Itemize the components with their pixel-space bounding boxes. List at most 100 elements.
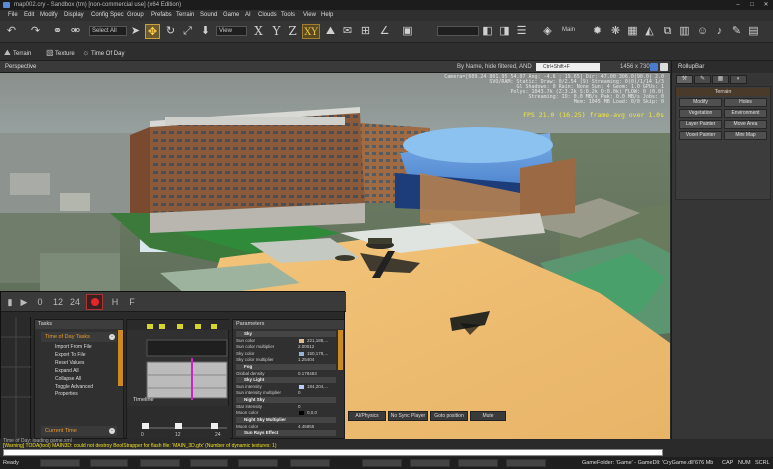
console-input[interactable] — [3, 449, 663, 456]
taskbar-item[interactable] — [506, 459, 546, 467]
menu-tools[interactable]: Tools — [281, 10, 295, 21]
collapse-icon[interactable]: ^ — [109, 334, 115, 340]
axis-z-button[interactable]: Z — [286, 24, 299, 39]
parameter-group[interactable]: Night Sky — [236, 396, 336, 403]
layer-prev-icon[interactable]: ◧ — [480, 24, 495, 39]
modify-button[interactable]: Modify — [679, 98, 722, 107]
menu-display[interactable]: Display — [64, 10, 84, 21]
menu-ai[interactable]: AI — [245, 10, 251, 21]
menu-file[interactable]: File — [8, 10, 18, 21]
maximize-button[interactable]: □ — [745, 0, 759, 10]
time-24-button[interactable]: 24 — [68, 296, 82, 308]
collapse-icon[interactable]: ^ — [109, 428, 115, 434]
viewport-title[interactable]: Perspective — [5, 61, 36, 73]
color-swatch[interactable] — [299, 411, 304, 416]
parameter-row[interactable]: Sun intensity 184,204,... — [236, 384, 336, 390]
vegetation-button[interactable]: Vegetation — [679, 109, 722, 118]
object-mode-icon[interactable]: ▣ — [400, 24, 415, 39]
time-of-day-tasks-group[interactable]: Time of Day Tasks ^ — [41, 332, 117, 342]
select-arrow-icon[interactable]: ➤ — [128, 24, 143, 39]
terrain-editor-icon[interactable]: ◭ — [642, 24, 657, 39]
holes-button[interactable]: Holes — [724, 98, 767, 107]
taskbar-item[interactable] — [458, 459, 498, 467]
unlink-icon[interactable]: ⚮ — [68, 24, 83, 39]
menu-group[interactable]: Group — [127, 10, 144, 21]
rollup-tab-objects[interactable]: ⚒ — [676, 75, 693, 84]
color-swatch[interactable] — [299, 339, 304, 343]
parameter-value[interactable]: 0,0,0 — [307, 410, 317, 416]
redo-icon[interactable]: ↷ — [28, 24, 43, 39]
taskbar-item[interactable] — [90, 459, 128, 467]
undo-icon[interactable]: ↶ — [4, 24, 19, 39]
coordinate-system-select[interactable]: View — [216, 26, 247, 36]
texture-tool-button[interactable]: ▧Texture — [46, 47, 75, 58]
import-from-file-link[interactable]: Import From File — [55, 344, 92, 351]
link-icon[interactable]: ⚭ — [50, 24, 65, 39]
parameter-group[interactable]: Sun Rays Effect — [236, 430, 336, 436]
parameter-row[interactable]: Star intensity 0 — [236, 404, 336, 410]
export-to-file-link[interactable]: Export To File — [55, 352, 85, 359]
script-icon[interactable]: ✎ — [729, 24, 744, 39]
snap-grid-icon[interactable]: ⊞ — [358, 24, 373, 39]
collapse-all-link[interactable]: Collapse All — [55, 376, 81, 383]
particles-icon[interactable]: ❋ — [608, 24, 623, 39]
menu-sound[interactable]: Sound — [200, 10, 217, 21]
rollup-tab-terrain[interactable]: ✎ — [694, 75, 711, 84]
parameter-value[interactable]: 1.25404 — [298, 357, 314, 363]
time-of-day-button[interactable]: ☼ Time Of Day — [82, 47, 124, 58]
flowgraph-icon[interactable]: ⧉ — [660, 24, 675, 39]
layer-select[interactable]: Main — [560, 26, 580, 36]
close-button[interactable]: ✕ — [759, 0, 773, 10]
layer-next-icon[interactable]: ◨ — [497, 24, 512, 39]
time-0-button[interactable]: 0 — [35, 296, 45, 308]
environment-button[interactable]: Environment — [724, 109, 767, 118]
menu-modify[interactable]: Modify — [40, 10, 58, 21]
rotate-tool-icon[interactable]: ↻ — [163, 24, 178, 39]
layer-painter-button[interactable]: Layer Painter — [679, 120, 722, 129]
parameters-scrollbar[interactable] — [338, 330, 343, 370]
search-filter-mode[interactable]: By Name, hide filtered, AND — [457, 61, 532, 73]
mute-button[interactable]: Mute — [470, 411, 506, 421]
console-icon[interactable]: ▤ — [746, 24, 761, 39]
color-swatch[interactable] — [299, 351, 304, 356]
trackview-icon[interactable]: ▥ — [677, 24, 692, 39]
terrain-snap-icon[interactable]: ⛰ — [323, 24, 338, 39]
parameter-row[interactable]: Moon color 4.46855 — [236, 424, 336, 430]
parameter-group[interactable]: Sky — [236, 331, 336, 337]
character-editor-icon[interactable]: ☺ — [695, 24, 710, 39]
ai-physics-button[interactable]: AI/Physics — [348, 411, 386, 421]
rollup-tab-display[interactable]: ▦ — [712, 75, 729, 84]
reset-values-link[interactable]: Reset Values — [55, 360, 84, 367]
taskbar-item[interactable] — [362, 459, 402, 467]
terrain-tool-button[interactable]: ⛰ Terrain — [4, 47, 31, 58]
toggle-advanced-properties-link[interactable]: Toggle Advanced Properties — [55, 384, 115, 398]
viewport-maximize-icon[interactable] — [660, 63, 668, 71]
parameter-value[interactable]: 2.00012 — [298, 344, 314, 350]
record-button[interactable] — [86, 294, 103, 310]
viewport-resolution[interactable]: 1456 x 730 — [620, 61, 650, 73]
taskbar-item[interactable] — [40, 459, 80, 467]
parameter-row[interactable]: Sky color 150,178,... — [236, 351, 336, 357]
menu-config-spec[interactable]: Config Spec — [91, 10, 124, 21]
minimize-button[interactable]: – — [731, 0, 745, 10]
axis-x-button[interactable]: X — [252, 24, 265, 39]
drop-tool-icon[interactable]: ⬇ — [198, 24, 213, 39]
parameter-value[interactable]: 0 — [298, 404, 301, 410]
lighting-icon[interactable]: ✹ — [590, 24, 605, 39]
axis-y-button[interactable]: Y — [270, 24, 283, 39]
menu-help[interactable]: Help — [321, 10, 333, 21]
parameter-value[interactable]: 221,188,... — [307, 338, 328, 344]
parameter-value[interactable]: 4.46855 — [298, 424, 314, 430]
taskbar-item[interactable] — [238, 459, 278, 467]
move-area-button[interactable]: Move Area — [724, 120, 767, 129]
scale-tool-icon[interactable]: ⤢ — [180, 24, 195, 39]
rollup-tab-layers[interactable]: ◐ — [730, 75, 747, 84]
parameter-value[interactable]: 0.178483 — [298, 371, 317, 377]
taskbar-item[interactable] — [140, 459, 180, 467]
parameter-row[interactable]: Sun intensity multiplier 0 — [236, 390, 336, 396]
material-icon[interactable]: ◈ — [540, 24, 555, 39]
taskbar-item[interactable] — [410, 459, 450, 467]
parameter-row[interactable]: Sun color multiplier 2.00012 — [236, 344, 336, 350]
axis-xy-button[interactable]: XY — [302, 24, 320, 39]
menu-view[interactable]: View — [303, 10, 316, 21]
